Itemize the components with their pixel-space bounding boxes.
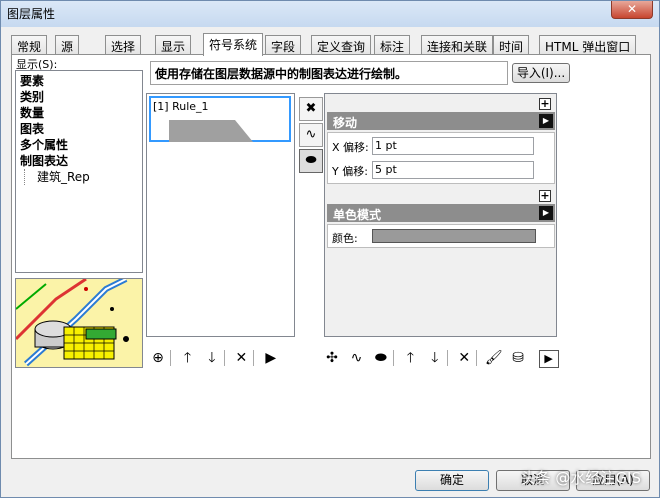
symbology-preview-image: [14, 276, 143, 368]
show-item-multiple-attributes[interactable]: 多个属性: [20, 137, 142, 153]
add-effect-button[interactable]: +: [539, 98, 551, 110]
color-section-body: 颜色:: [327, 224, 555, 248]
move-section-expand-icon[interactable]: ▶: [539, 114, 553, 128]
color-section-header: 单色模式 ▶: [327, 204, 555, 222]
layer-delete-icon[interactable]: ✕: [454, 350, 474, 366]
color-section-expand-icon[interactable]: ▶: [539, 206, 553, 220]
y-offset-field[interactable]: 5 pt: [372, 161, 534, 179]
show-subitem-building-rep[interactable]: 建筑_Rep: [24, 169, 142, 185]
show-item-categories[interactable]: 类别: [20, 89, 142, 105]
tab-fields[interactable]: 字段: [265, 35, 302, 55]
color-label: 颜色:: [332, 232, 358, 245]
x-offset-label: X 偏移:: [332, 141, 369, 154]
show-item-charts[interactable]: 图表: [20, 121, 142, 137]
symbology-panel: 显示(S): 要素 类别 数量 图表 多个属性 制图表达 建筑_Rep 使用存储…: [11, 54, 651, 459]
layer-type-toolbar: ✖ ∿ ⬬: [299, 97, 323, 175]
tab-symbology[interactable]: 符号系统: [203, 33, 264, 56]
move-section-header: 移动 ▶: [327, 112, 555, 130]
add-rule-icon[interactable]: ⊕: [148, 350, 168, 366]
tab-html-popup[interactable]: HTML 弹出窗口: [539, 35, 637, 55]
show-item-representations[interactable]: 制图表达: [20, 153, 142, 169]
move-down-icon[interactable]: 🡓: [202, 347, 222, 371]
add-stroke-layer-icon[interactable]: ∿: [346, 350, 366, 366]
tab-time[interactable]: 时间: [493, 35, 530, 55]
show-list: 要素 类别 数量 图表 多个属性 制图表达 建筑_Rep: [15, 70, 143, 273]
more-icon[interactable]: ▶: [261, 350, 281, 366]
add-marker-layer-icon[interactable]: ✣: [322, 350, 342, 366]
rules-list: [1] Rule_1: [146, 93, 295, 337]
rule-label: [1] Rule_1: [153, 100, 209, 113]
brush-icon[interactable]: 🖌: [484, 350, 504, 366]
fill-layer-icon[interactable]: ⬬: [299, 149, 323, 173]
layers-toolbar: ✣ ∿ ⬬ 🡑 🡓 ✕ 🖌 ⛁ ▶: [322, 347, 559, 369]
layer-move-up-icon[interactable]: 🡑: [400, 347, 420, 371]
window-title: 图层属性: [7, 7, 56, 21]
tab-joins-relates[interactable]: 连接和关联: [421, 35, 494, 55]
rule-preview-icon: [169, 120, 253, 142]
close-button[interactable]: ✕: [611, 1, 653, 19]
tab-display[interactable]: 显示: [155, 35, 192, 55]
import-button[interactable]: 导入(I)...: [512, 63, 570, 83]
tab-labels[interactable]: 标注: [374, 35, 411, 55]
tab-source[interactable]: 源: [55, 35, 80, 55]
delete-icon[interactable]: ✕: [231, 350, 251, 366]
tab-definition-query[interactable]: 定义查询: [311, 35, 372, 55]
color-swatch[interactable]: [372, 229, 536, 243]
move-up-icon[interactable]: 🡑: [177, 347, 197, 371]
move-section-title: 移动: [333, 116, 358, 130]
stroke-layer-icon[interactable]: ∿: [299, 123, 323, 147]
description-text: 使用存储在图层数据源中的制图表达进行绘制。: [150, 61, 508, 85]
color-section-title: 单色模式: [333, 208, 382, 222]
tab-general[interactable]: 常规: [11, 35, 48, 55]
rule-item[interactable]: [1] Rule_1: [149, 96, 291, 142]
expand-toolbar-icon[interactable]: ▶: [538, 350, 559, 368]
ok-button[interactable]: 确定: [415, 470, 489, 491]
tab-selection[interactable]: 选择: [105, 35, 142, 55]
show-item-quantities[interactable]: 数量: [20, 105, 142, 121]
x-offset-field[interactable]: 1 pt: [372, 137, 534, 155]
properties-panel: + 移动 ▶ X 偏移: 1 pt Y 偏移: 5 pt + 单色模式 ▶ 颜色…: [324, 93, 557, 337]
rules-toolbar: ⊕ 🡑 🡓 ✕ ▶: [148, 347, 281, 369]
add-fill-layer-icon[interactable]: ⬬: [371, 350, 391, 366]
database-icon[interactable]: ⛁: [508, 350, 528, 366]
layer-move-down-icon[interactable]: 🡓: [425, 347, 445, 371]
add-layer-effect-button[interactable]: +: [539, 190, 551, 202]
move-section-body: X 偏移: 1 pt Y 偏移: 5 pt: [327, 132, 555, 184]
title-bar: 图层属性 ✕: [1, 1, 659, 27]
watermark: 头条 @水经注GIS: [520, 469, 641, 487]
tab-strip: 常规 源 选择 显示 符号系统 字段 定义查询 标注 连接和关联 时间 HTML…: [11, 33, 651, 56]
y-offset-label: Y 偏移:: [332, 165, 368, 178]
marker-layer-icon[interactable]: ✖: [299, 97, 323, 121]
layer-properties-dialog: 图层属性 ✕ 常规 源 选择 显示 符号系统 字段 定义查询 标注 连接和关联 …: [0, 0, 660, 498]
show-item-features[interactable]: 要素: [20, 73, 142, 89]
